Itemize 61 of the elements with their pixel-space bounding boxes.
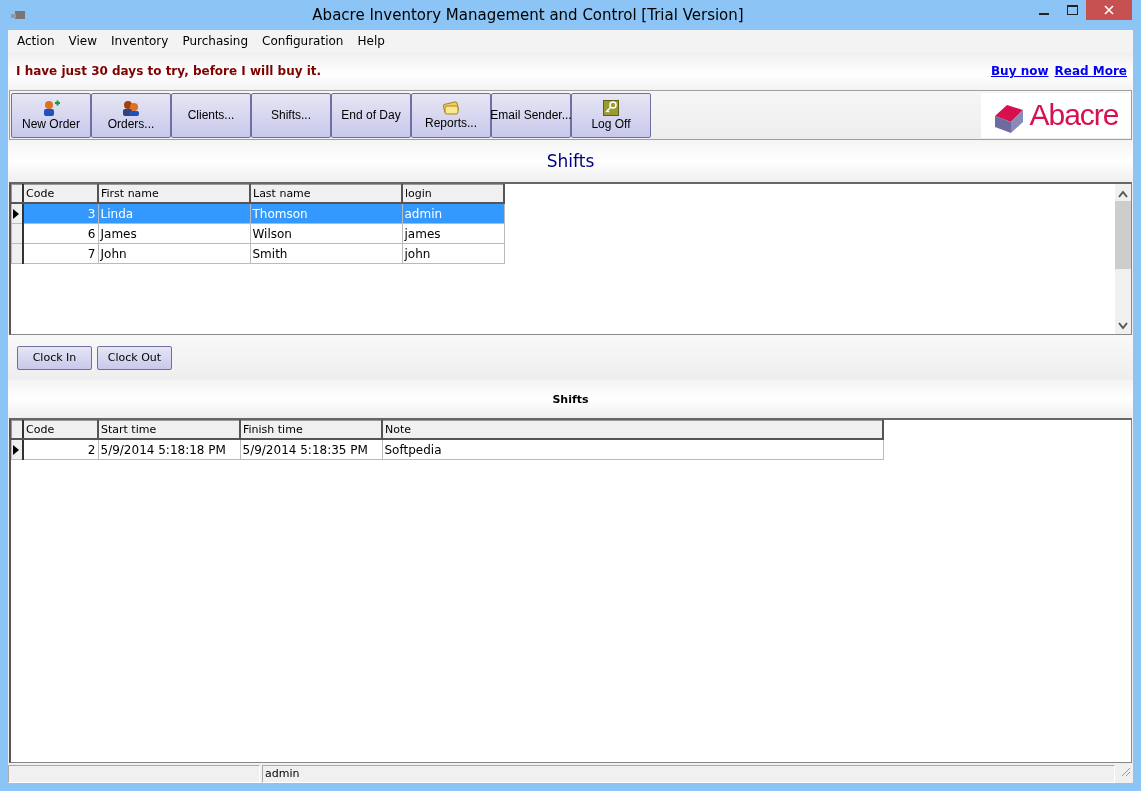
toolbar-button[interactable]: Email Sender... xyxy=(491,92,571,138)
status-panel: admin xyxy=(262,765,1115,783)
table-cell: 2 xyxy=(23,439,98,460)
menu-item[interactable]: Purchasing xyxy=(175,34,256,48)
link[interactable]: Buy now xyxy=(990,64,1049,78)
section-title: Shifts xyxy=(546,151,595,171)
table-cell: James xyxy=(98,223,250,244)
menu-item[interactable]: Configuration xyxy=(255,34,351,48)
scroll-up-icon[interactable] xyxy=(1118,190,1128,198)
minimize-icon xyxy=(1039,13,1049,15)
table-cell: 6 xyxy=(23,223,98,244)
row-pointer-icon xyxy=(13,208,21,219)
table-cell: Smith xyxy=(250,243,402,264)
table-cell: 7 xyxy=(23,243,98,264)
app-icon xyxy=(10,9,26,21)
window-title: Abacre Inventory Management and Control [Trial Version] xyxy=(311,6,745,24)
table-cell: 5/9/2014 5:18:18 PM xyxy=(98,439,240,460)
link[interactable]: Read More xyxy=(1054,64,1127,78)
clock-button[interactable]: Clock In xyxy=(17,345,92,370)
toolbar-button[interactable]: Log Off xyxy=(571,92,651,138)
menu-item[interactable]: View xyxy=(61,34,105,48)
row-pointer-icon xyxy=(13,444,21,455)
maximize-icon xyxy=(1066,5,1078,15)
key-icon xyxy=(603,99,619,116)
column-header[interactable]: First name xyxy=(98,184,250,203)
section-title: Shifts xyxy=(552,392,589,406)
column-header[interactable]: Note xyxy=(382,420,883,439)
menu-item[interactable]: Action xyxy=(10,34,62,48)
table-row[interactable]: 2 5/9/2014 5:18:18 PM 5/9/2014 5:18:35 PM Softpedia xyxy=(11,439,883,460)
toolbar-button[interactable]: Orders... xyxy=(91,92,171,138)
table-cell: Softpedia xyxy=(382,439,883,460)
column-header[interactable]: Code xyxy=(23,420,98,439)
column-header[interactable]: login xyxy=(402,184,504,203)
scroll-down-icon[interactable] xyxy=(1118,322,1128,330)
toolbar-button[interactable]: Clients... xyxy=(171,92,251,138)
menu-item[interactable]: Inventory xyxy=(104,34,176,48)
trial-message: I have just 30 days to try, before I will buy it. xyxy=(16,64,323,78)
column-header[interactable]: Last name xyxy=(250,184,402,203)
table-cell: john xyxy=(402,243,504,264)
logo: Abacre xyxy=(981,92,1131,138)
person-add-icon xyxy=(42,99,60,116)
table-cell: Wilson xyxy=(250,223,402,244)
column-header[interactable]: Start time xyxy=(98,420,240,439)
scrollbar[interactable] xyxy=(1115,184,1131,334)
papers-icon xyxy=(442,100,460,115)
table-cell: John xyxy=(98,243,250,264)
column-header[interactable]: Code xyxy=(23,184,98,203)
table-row[interactable]: 7 John Smith john xyxy=(11,243,504,264)
toolbar-button[interactable]: Reports... xyxy=(411,92,491,138)
scroll-thumb[interactable] xyxy=(1115,201,1131,269)
toolbar-button[interactable]: Shifts... xyxy=(251,92,331,138)
table-row[interactable]: 6 James Wilson james xyxy=(11,223,504,244)
table-cell: james xyxy=(402,223,504,244)
toolbar-button[interactable]: End of Day xyxy=(331,92,411,138)
close-icon xyxy=(1104,5,1114,15)
column-header[interactable]: Finish time xyxy=(240,420,382,439)
table-cell: 5/9/2014 5:18:35 PM xyxy=(240,439,382,460)
toolbar-button[interactable]: New Order xyxy=(11,92,91,138)
menu-item[interactable]: Help xyxy=(350,34,392,48)
clock-button[interactable]: Clock Out xyxy=(97,345,172,370)
people-icon xyxy=(122,99,140,116)
